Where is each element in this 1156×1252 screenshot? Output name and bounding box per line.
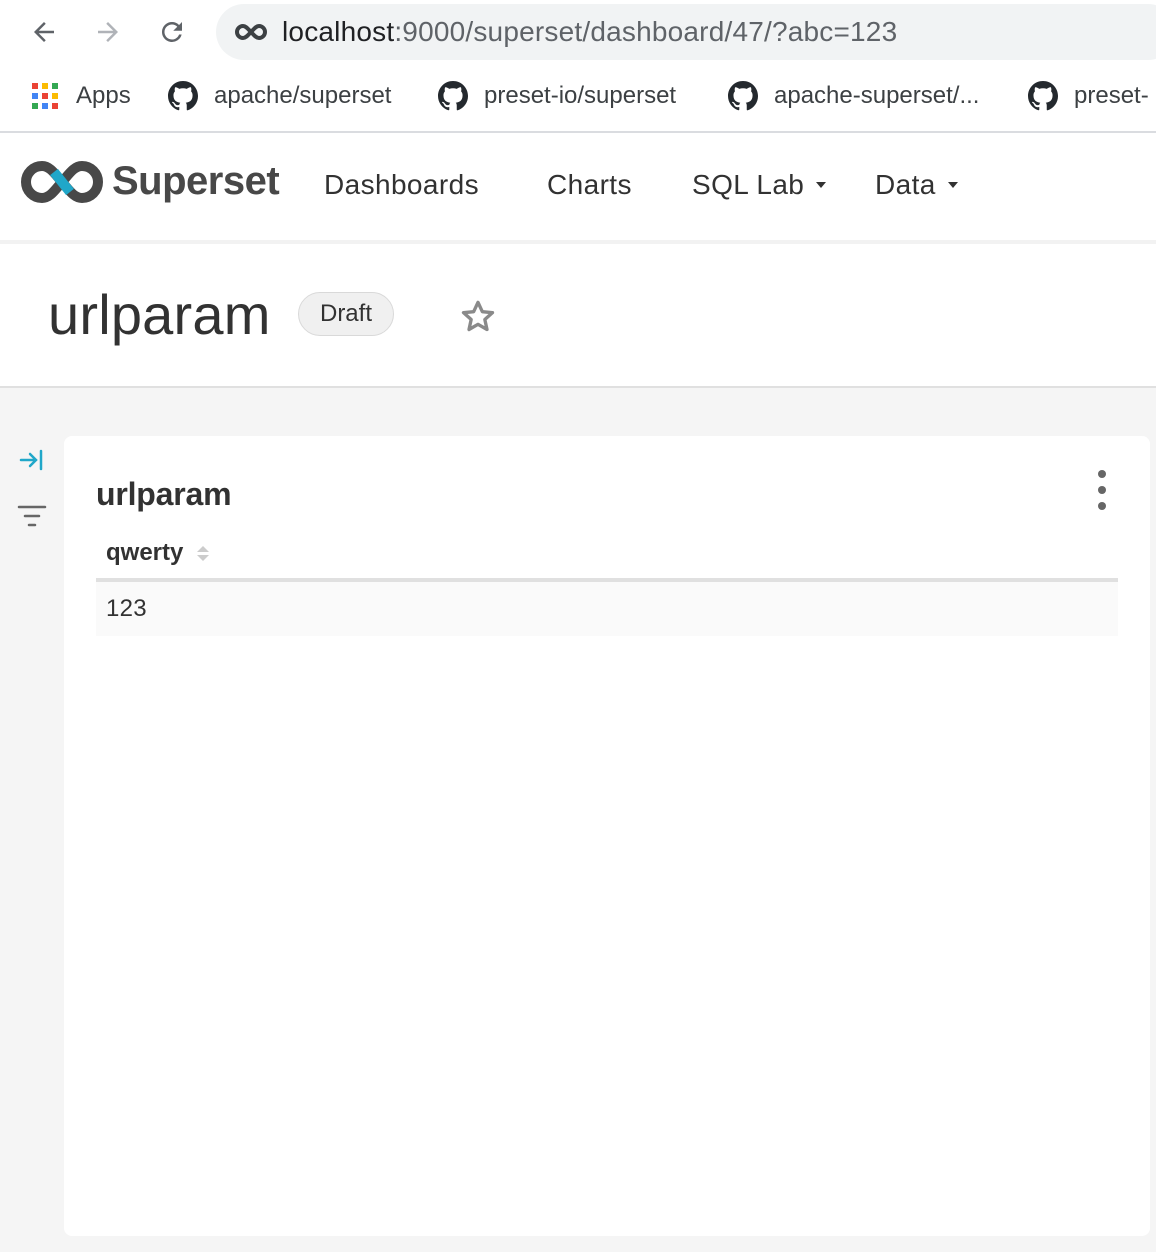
bookmarks-bar: Apps apache/superset preset-io/superset … xyxy=(0,64,1156,130)
results-table: qwerty 123 xyxy=(96,528,1118,636)
favorite-button[interactable] xyxy=(456,295,500,339)
bookmark-label: apache/superset xyxy=(214,82,392,109)
caret-down-icon xyxy=(816,182,827,188)
filter-icon xyxy=(17,505,47,527)
dashboard-title[interactable]: urlparam xyxy=(48,282,271,347)
superset-logo[interactable]: Superset xyxy=(20,159,280,204)
bookmark-apache-superset-org[interactable]: apache-superset/... xyxy=(728,64,979,128)
dashboard-body: urlparam qwerty 123 xyxy=(0,388,1156,1252)
url-host: localhost xyxy=(282,16,395,47)
forward-button[interactable] xyxy=(88,12,128,52)
table-row: 123 xyxy=(96,582,1118,636)
menu-label: SQL Lab xyxy=(692,169,805,200)
reload-button[interactable] xyxy=(152,12,192,52)
dot-icon xyxy=(1098,486,1106,494)
bookmark-label: preset- xyxy=(1074,82,1149,109)
brand-name: Superset xyxy=(112,159,280,203)
bookmark-apps[interactable]: Apps xyxy=(30,64,131,128)
sort-icon xyxy=(197,545,210,561)
bookmark-preset[interactable]: preset- xyxy=(1028,64,1149,128)
menu-sql-lab[interactable]: SQL Lab xyxy=(692,169,827,201)
superset-logo-icon xyxy=(21,160,103,203)
apps-grid-icon xyxy=(30,81,60,111)
menu-label: Dashboards xyxy=(324,169,479,200)
address-bar[interactable]: localhost:9000/superset/dashboard/47/?ab… xyxy=(216,4,1156,60)
github-icon xyxy=(1028,81,1058,111)
menu-dashboards[interactable]: Dashboards xyxy=(324,169,479,201)
site-favicon-icon xyxy=(234,20,270,44)
back-arrow-icon xyxy=(34,22,54,42)
forward-arrow-icon xyxy=(98,22,118,42)
dot-icon xyxy=(1098,470,1106,478)
github-icon xyxy=(168,81,198,111)
expand-filter-panel-button[interactable] xyxy=(16,444,48,476)
browser-toolbar: localhost:9000/superset/dashboard/47/?ab… xyxy=(0,0,1156,64)
chart-title[interactable]: urlparam xyxy=(96,476,232,513)
menu-label: Data xyxy=(875,169,936,200)
github-icon xyxy=(438,81,468,111)
caret-down-icon xyxy=(947,182,958,188)
menu-charts[interactable]: Charts xyxy=(547,169,632,201)
url-text: localhost:9000/superset/dashboard/47/?ab… xyxy=(282,16,897,48)
back-button[interactable] xyxy=(24,12,64,52)
github-icon xyxy=(728,81,758,111)
dot-icon xyxy=(1098,502,1106,510)
column-header-qwerty: qwerty xyxy=(106,539,184,566)
bookmark-label: Apps xyxy=(76,82,131,109)
filter-button[interactable] xyxy=(16,500,48,532)
bookmark-preset-io-superset[interactable]: preset-io/superset xyxy=(438,64,676,128)
table-cell: 123 xyxy=(106,595,147,622)
bookmark-apache-superset[interactable]: apache/superset xyxy=(168,64,391,128)
chart-card: urlparam qwerty 123 xyxy=(64,436,1150,1236)
menu-data[interactable]: Data xyxy=(875,169,958,201)
chart-menu-button[interactable] xyxy=(1088,470,1116,510)
bookmark-label: apache-superset/... xyxy=(774,82,980,109)
url-path: :9000/superset/dashboard/47/?abc=123 xyxy=(394,16,898,47)
reload-icon xyxy=(161,21,182,42)
collapse-right-icon xyxy=(19,449,43,471)
menu-label: Charts xyxy=(547,169,632,200)
status-badge[interactable]: Draft xyxy=(298,292,394,336)
app-navbar: Superset Dashboards Charts SQL Lab Data xyxy=(0,133,1156,240)
star-icon xyxy=(461,300,495,332)
table-header[interactable]: qwerty xyxy=(96,528,1118,582)
dashboard-header: urlparam Draft xyxy=(0,244,1156,386)
bookmark-label: preset-io/superset xyxy=(484,82,677,109)
